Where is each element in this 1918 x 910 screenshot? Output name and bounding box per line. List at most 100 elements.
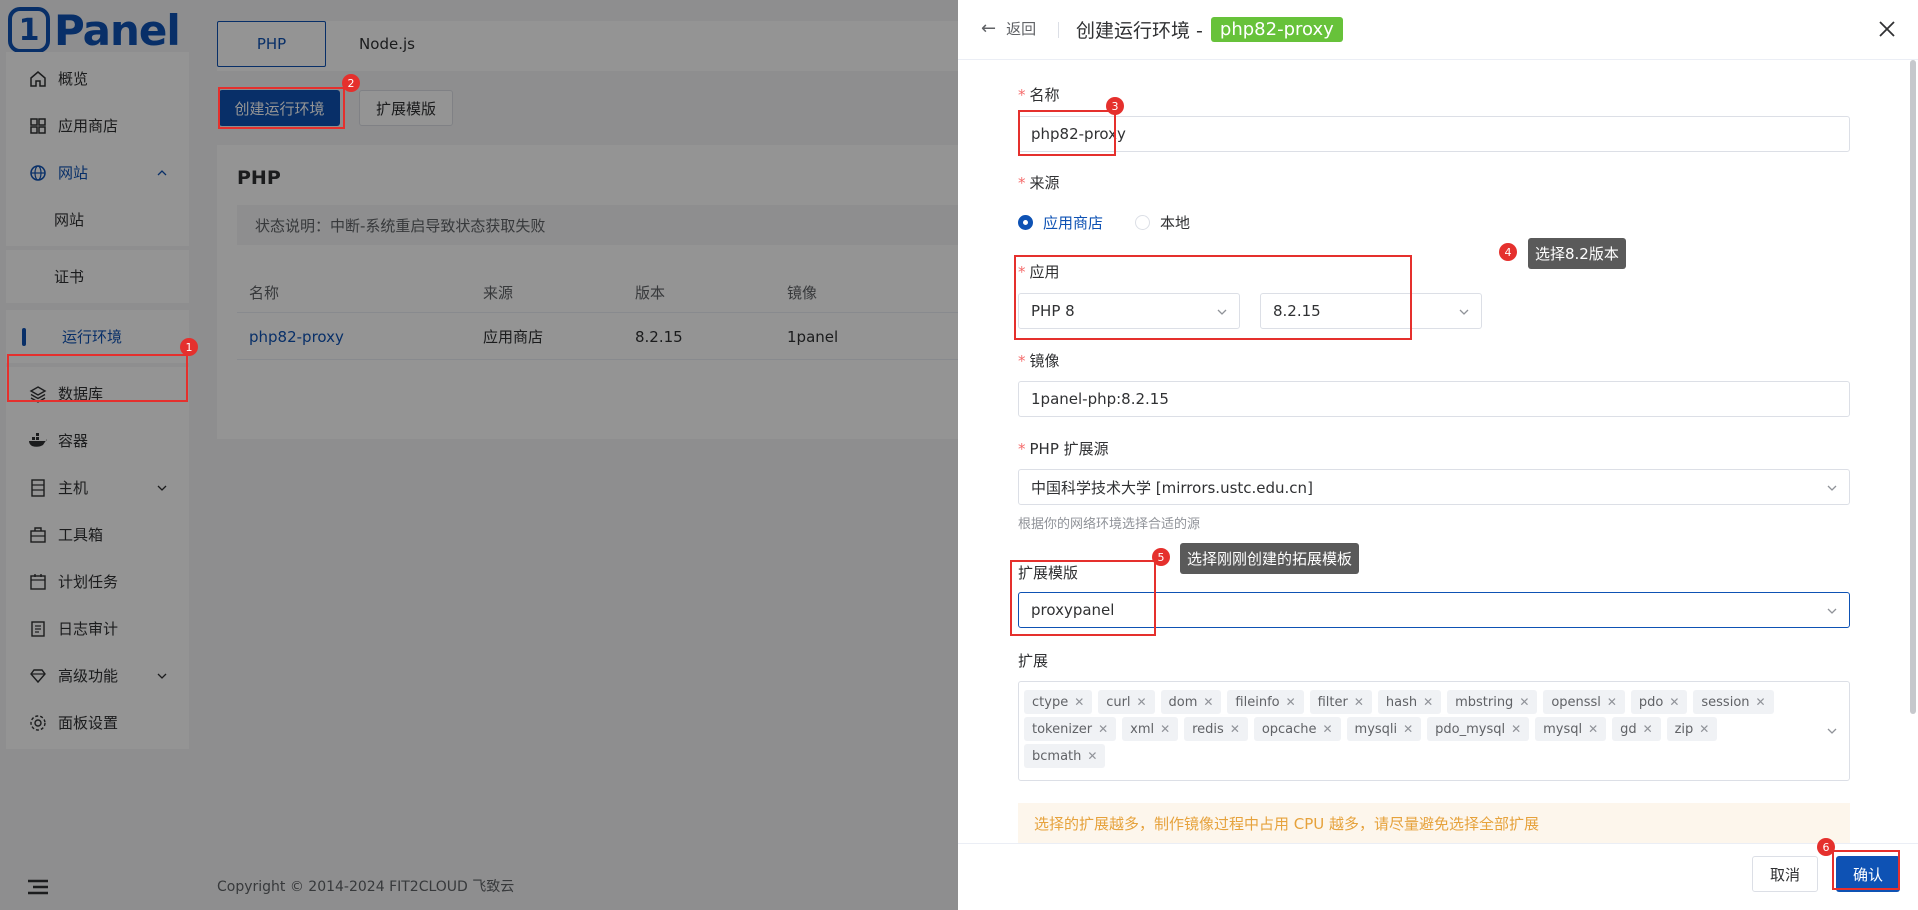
extension-tag: tokenizer ✕ [1024,717,1117,741]
annotation-marker-4: 4 [1499,243,1517,261]
modal-mask[interactable] [196,0,958,910]
extension-tag-label: mysqli [1354,721,1398,737]
ext-source-hint: 根据你的网络环境选择合适的源 [1018,517,1201,532]
drawer-scrollbar[interactable] [1910,60,1916,714]
close-icon[interactable]: ✕ [1756,695,1766,709]
annotation-marker-6: 6 [1817,838,1835,856]
close-icon[interactable]: ✕ [1643,722,1653,736]
annotation-tip-5: 选择刚刚创建的拓展模板 [1180,543,1360,574]
extension-tag: mysqli ✕ [1346,717,1422,741]
close-icon[interactable]: ✕ [1669,695,1679,709]
close-icon[interactable]: ✕ [1203,695,1213,709]
image-label: * 镜像 [1018,352,1060,370]
annotation-marker-3: 3 [1106,97,1124,115]
source-label: * 来源 [1018,174,1060,192]
chevron-down-icon [1827,606,1837,616]
annotation-marker-1: 1 [180,338,198,356]
close-icon[interactable] [1876,18,1898,40]
extension-tag: openssl ✕ [1543,690,1625,714]
extension-tag-label: pdo [1638,694,1664,710]
cancel-button[interactable]: 取消 [1752,856,1818,892]
extension-tag: bcmath ✕ [1024,744,1106,768]
source-radio-group: 应用商店 本地 [1018,212,1190,233]
close-icon[interactable]: ✕ [1519,695,1529,709]
template-label: 扩展模版 [1018,564,1079,582]
back-button[interactable]: ← 返回 [981,18,1036,39]
extension-tag-label: redis [1192,721,1224,737]
extension-tag: mysql ✕ [1535,717,1607,741]
extension-tag: mbstring ✕ [1447,690,1538,714]
extension-tag-label: tokenizer [1032,721,1093,737]
app-select[interactable]: PHP 8 [1018,293,1240,329]
name-input[interactable]: php82-proxy [1018,116,1850,152]
extensions-select[interactable]: ctype ✕ curl ✕ dom ✕ fileinfo ✕ filter ✕ hash ✕ mbst… [1018,681,1850,781]
radio-local[interactable] [1135,215,1151,230]
extension-tag-label: mbstring [1455,694,1514,710]
extensions-label: 扩展 [1018,652,1049,670]
extension-tag-label: pdo_mysql [1435,721,1506,737]
close-icon[interactable]: ✕ [1511,722,1521,736]
close-icon[interactable]: ✕ [1588,722,1598,736]
close-icon[interactable]: ✕ [1137,695,1147,709]
image-input[interactable]: 1panel-php:8.2.15 [1018,381,1850,417]
extension-tag-label: gd [1620,721,1637,737]
name-label: * 名称 [1018,86,1060,104]
close-icon[interactable]: ✕ [1423,695,1433,709]
extension-tag-label: openssl [1551,694,1601,710]
extension-tag-label: bcmath [1032,748,1082,764]
close-icon[interactable]: ✕ [1286,695,1296,709]
extension-tag: session ✕ [1693,690,1774,714]
extension-tag-label: xml [1130,721,1155,737]
divider [1058,22,1059,38]
drawer-footer: 取消 确认 [958,843,1918,910]
template-select[interactable]: proxypanel [1018,592,1850,628]
close-icon[interactable]: ✕ [1098,722,1108,736]
close-icon[interactable]: ✕ [1354,695,1364,709]
version-select[interactable]: 8.2.15 [1260,293,1482,329]
chevron-down-icon [1827,726,1837,736]
drawer-title-text: 创建运行环境 - [1076,20,1203,42]
close-icon[interactable]: ✕ [1323,722,1333,736]
extension-tag: ctype ✕ [1024,690,1093,714]
extension-tag: opcache ✕ [1253,717,1341,741]
annotation-marker-2: 2 [342,74,360,92]
extension-tag-label: opcache [1261,721,1317,737]
app-label: * 应用 [1018,263,1060,281]
ext-source-label: * PHP 扩展源 [1018,440,1109,458]
app-select-value: PHP 8 [1031,302,1075,320]
chevron-down-icon [1827,483,1837,493]
close-icon[interactable]: ✕ [1087,749,1097,763]
radio-local-label[interactable]: 本地 [1160,212,1190,233]
extension-tag-label: curl [1106,694,1131,710]
modal-mask-left [0,0,196,910]
extension-tag: pdo ✕ [1630,690,1688,714]
close-icon[interactable]: ✕ [1074,695,1084,709]
extension-tag: zip ✕ [1666,717,1718,741]
radio-app-store[interactable] [1018,215,1033,230]
ext-source-value: 中国科学技术大学 [mirrors.ustc.edu.cn] [1031,478,1313,497]
extension-tag: dom ✕ [1160,690,1222,714]
close-icon[interactable]: ✕ [1607,695,1617,709]
close-icon[interactable]: ✕ [1160,722,1170,736]
title-tag: php82-proxy [1210,17,1343,42]
radio-app-store-label[interactable]: 应用商店 [1043,212,1103,233]
extension-tag-label: filter [1317,694,1348,710]
extension-tag: redis ✕ [1184,717,1248,741]
version-select-value: 8.2.15 [1273,302,1321,320]
extension-tag-label: dom [1168,694,1198,710]
template-select-value: proxypanel [1031,601,1115,619]
extension-tag: hash ✕ [1377,690,1442,714]
extension-tag-label: ctype [1032,694,1069,710]
back-label: 返回 [1006,20,1037,38]
confirm-button[interactable]: 确认 [1836,856,1900,892]
extension-tag-label: mysql [1543,721,1583,737]
extension-tag: gd ✕ [1612,717,1661,741]
chevron-down-icon [1217,307,1227,317]
extension-tag-label: zip [1674,721,1694,737]
close-icon[interactable]: ✕ [1699,722,1709,736]
close-icon[interactable]: ✕ [1403,722,1413,736]
extension-tag: curl ✕ [1098,690,1155,714]
ext-source-select[interactable]: 中国科学技术大学 [mirrors.ustc.edu.cn] [1018,469,1850,505]
close-icon[interactable]: ✕ [1230,722,1240,736]
extensions-warning: 选择的扩展越多，制作镜像过程中占用 CPU 越多，请尽量避免选择全部扩展 [1018,803,1850,843]
